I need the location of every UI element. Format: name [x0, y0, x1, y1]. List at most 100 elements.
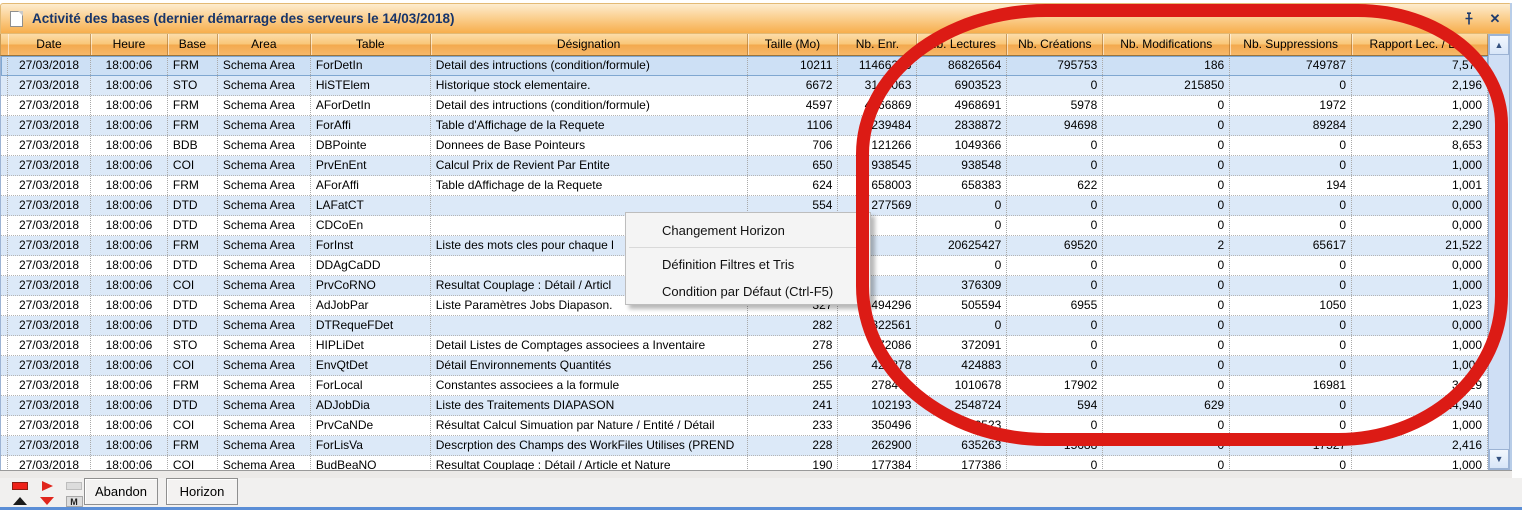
column-header-8[interactable]: Nb. Enr. [838, 34, 917, 55]
column-header-1[interactable]: Date [8, 34, 91, 55]
column-header-4[interactable]: Area [218, 34, 311, 55]
cell: Schema Area [218, 56, 311, 75]
column-header-12[interactable]: Nb. Suppressions [1230, 34, 1352, 55]
cell: 18:00:06 [91, 76, 168, 95]
cell: DTD [168, 296, 218, 315]
column-header-9[interactable]: Nb. Lectures [917, 34, 1007, 55]
menu-item-3[interactable]: Condition par Défaut (Ctrl-F5) [626, 278, 870, 305]
column-header-2[interactable]: Heure [91, 34, 168, 55]
close-icon[interactable]: ✕ [1487, 11, 1503, 27]
cell: ForDetIn [311, 56, 431, 75]
menu-item-1[interactable]: Changement Horizon [626, 217, 870, 244]
table-row[interactable]: 27/03/201818:00:06DTDSchema AreaDTRequeF… [1, 316, 1488, 336]
down-triangle-icon[interactable] [35, 495, 59, 508]
cell: Schema Area [218, 396, 311, 415]
table-row[interactable]: 27/03/201818:00:06STOSchema AreaHIPLiDet… [1, 336, 1488, 356]
cell: COI [168, 456, 218, 470]
cell: Calcul Prix de Revient Par Entite [431, 156, 748, 175]
cell: 1,000 [1352, 276, 1488, 295]
table-row[interactable]: 27/03/201818:00:06STOSchema AreaHiSTElem… [1, 76, 1488, 96]
cell: FRM [168, 176, 218, 195]
column-header-11[interactable]: Nb. Modifications [1103, 34, 1230, 55]
cell: AdJobPar [311, 296, 431, 315]
cell: 1,000 [1352, 336, 1488, 355]
table-row[interactable]: 27/03/201818:00:06FRMSchema AreaForAffiT… [1, 116, 1488, 136]
cell: COI [168, 356, 218, 375]
cell: 0 [1230, 416, 1352, 435]
table-row[interactable]: 27/03/201818:00:06FRMSchema AreaForLisVa… [1, 436, 1488, 456]
table-row[interactable]: 27/03/201818:00:06COISchema AreaPrvCaNDe… [1, 416, 1488, 436]
blank-icon[interactable] [62, 480, 86, 493]
context-menu: Changement Horizon Définition Filtres et … [625, 212, 871, 305]
cell: 18:00:06 [91, 116, 168, 135]
cell: DTD [168, 196, 218, 215]
cell: 0 [1007, 76, 1103, 95]
cell: Table d'Affichage de la Requete [431, 116, 748, 135]
column-header-13[interactable]: Rapport Lec. / Enr. [1352, 34, 1488, 55]
cell: Schema Area [218, 116, 311, 135]
pin-icon[interactable] [1461, 11, 1477, 27]
cell: PrvCaNDe [311, 416, 431, 435]
cell: 0 [1103, 316, 1230, 335]
cell: 0 [1230, 216, 1352, 235]
column-header-3[interactable]: Base [168, 34, 218, 55]
row-stub-cell [1, 216, 8, 235]
horizon-button[interactable]: Horizon [166, 478, 238, 505]
cell: 5978 [1007, 96, 1103, 115]
cell: 4966869 [838, 96, 917, 115]
cell: FRM [168, 116, 218, 135]
vertical-scrollbar[interactable]: ▲ ▼ [1488, 34, 1510, 470]
table-row[interactable]: 27/03/201818:00:06FRMSchema AreaForDetIn… [1, 56, 1488, 76]
column-header-5[interactable]: Table [311, 34, 431, 55]
cell: 18:00:06 [91, 296, 168, 315]
cell: 177386 [917, 456, 1007, 470]
table-row[interactable]: 27/03/201818:00:06COISchema AreaEnvQtDet… [1, 356, 1488, 376]
cell: 94698 [1007, 116, 1103, 135]
m-icon[interactable]: M [62, 495, 86, 508]
table-row[interactable]: 27/03/201818:00:06FRMSchema AreaAForDetI… [1, 96, 1488, 116]
table-row[interactable]: 27/03/201818:00:06FRMSchema AreaForLocal… [1, 376, 1488, 396]
cell: Schema Area [218, 76, 311, 95]
cell: 0 [917, 316, 1007, 335]
cell: 1,000 [1352, 96, 1488, 115]
scroll-up-icon[interactable]: ▲ [1489, 35, 1509, 55]
cell: 6903523 [917, 76, 1007, 95]
cell: Schema Area [218, 236, 311, 255]
abandon-button[interactable]: Abandon [84, 478, 158, 505]
cell: Schema Area [218, 256, 311, 275]
table-row[interactable]: 27/03/201818:00:06COISchema AreaPrvEnEnt… [1, 156, 1488, 176]
cell: 27/03/2018 [8, 456, 91, 470]
menu-item-2[interactable]: Définition Filtres et Tris [626, 251, 870, 278]
cell: 505594 [917, 296, 1007, 315]
cell: 1239484 [838, 116, 917, 135]
cell: Schema Area [218, 176, 311, 195]
cell: 0 [917, 196, 1007, 215]
cell: 0 [1103, 336, 1230, 355]
window-right-border [1510, 3, 1512, 470]
cell: Detail Listes de Comptages associees a I… [431, 336, 748, 355]
cell: 3,629 [1352, 376, 1488, 395]
up-triangle-icon[interactable] [8, 495, 32, 508]
cell: 0 [1103, 436, 1230, 455]
table-row[interactable]: 27/03/201818:00:06COISchema AreaBudBeaNO… [1, 456, 1488, 470]
red-bar-icon[interactable] [8, 480, 32, 493]
column-header-10[interactable]: Nb. Créations [1007, 34, 1103, 55]
column-header-6[interactable]: Désignation [431, 34, 748, 55]
cell: DTD [168, 256, 218, 275]
cell: 0 [1230, 196, 1352, 215]
row-stub-cell [1, 96, 8, 115]
red-flag-icon[interactable] [35, 480, 59, 493]
table-row[interactable]: 27/03/201818:00:06FRMSchema AreaAForAffi… [1, 176, 1488, 196]
cell: 177384 [838, 456, 917, 470]
scroll-down-icon[interactable]: ▼ [1489, 449, 1509, 469]
row-stub-cell [1, 156, 8, 175]
cell: 27/03/2018 [8, 216, 91, 235]
row-stub-cell [1, 136, 8, 155]
cell: Schema Area [218, 276, 311, 295]
table-row[interactable]: 27/03/201818:00:06DTDSchema AreaADJobDia… [1, 396, 1488, 416]
cell: 1,000 [1352, 456, 1488, 470]
column-header-7[interactable]: Taille (Mo) [748, 34, 839, 55]
cell: 0 [1007, 136, 1103, 155]
cell: 18:00:06 [91, 96, 168, 115]
table-row[interactable]: 27/03/201818:00:06BDBSchema AreaDBPointe… [1, 136, 1488, 156]
